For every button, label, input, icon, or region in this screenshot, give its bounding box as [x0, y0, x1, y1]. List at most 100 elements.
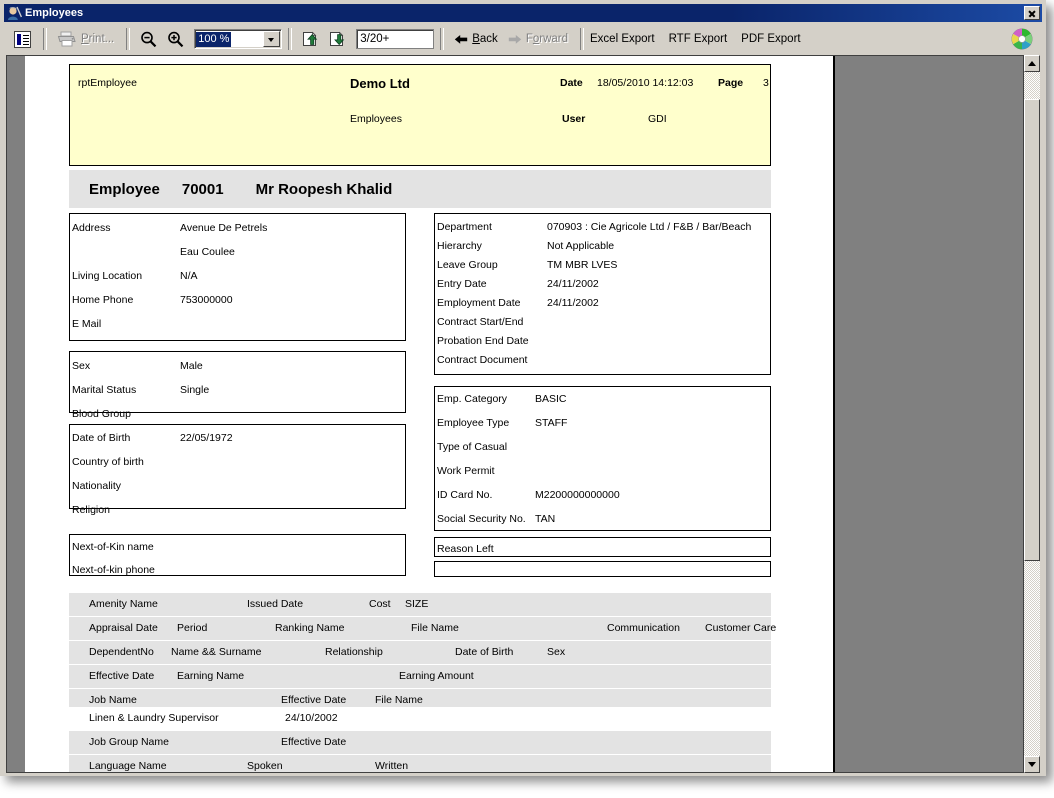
field-value: 24/11/2002 [547, 278, 599, 290]
employee-name: Mr Roopesh Khalid [255, 180, 393, 198]
section-cell: Linen & Laundry Supervisor [89, 712, 219, 724]
document-list-icon [14, 30, 31, 48]
section-cell: Relationship [325, 646, 383, 658]
window-title: Employees [25, 7, 84, 19]
amenity-header-row: Amenity Name Issued Date Cost SIZE [69, 593, 771, 616]
section-cell: Earning Amount [399, 670, 474, 682]
date-label: Date [560, 77, 583, 89]
print-button[interactable]: Print... [53, 27, 118, 51]
section-cell: Period [177, 622, 208, 634]
toolbar-separator [440, 28, 445, 50]
address-box: Address Avenue De Petrels Eau Coulee Living… [69, 213, 406, 341]
birth-box: Date of Birth 22/05/1972 Country of birth N… [69, 424, 406, 516]
zoom-in-button[interactable] [163, 27, 188, 51]
employee-label: Employee [89, 180, 160, 198]
rtf-export-button[interactable]: RTF Export [669, 33, 728, 45]
field-row: Probation End Date [435, 331, 770, 350]
field-label: ID Card No. [437, 489, 493, 501]
dependent-header-row: DependentNo Name && Surname Relationship Da… [69, 641, 771, 664]
reason-left-box: Reason Left [434, 537, 771, 557]
scroll-up-icon[interactable] [1024, 55, 1040, 72]
section-cell: Written [375, 760, 409, 772]
vertical-scrollbar[interactable] [1023, 55, 1040, 773]
section-cell: Cost [369, 598, 391, 610]
employee-person-icon [6, 6, 23, 20]
employee-title-band: Employee 70001 Mr Roopesh Khalid [69, 170, 771, 208]
field-label: Employee Type [437, 417, 510, 429]
employees-window: Employees Print... 100 % 3/20+ Back Forw… [0, 0, 1046, 776]
field-label: Marital Status [72, 384, 137, 396]
field-value: Eau Coulee [180, 246, 235, 258]
previous-page-button[interactable] [298, 27, 323, 51]
page-value: 3 [763, 77, 769, 89]
field-value: BASIC [535, 393, 567, 405]
field-row: Entry Date 24/11/2002 [435, 274, 770, 293]
field-label: Employment Date [437, 297, 521, 309]
report-page: rptEmployee Demo Ltd Employees Date 18/0… [25, 56, 835, 772]
field-value: 22/05/1972 [180, 432, 233, 444]
toolbar-separator [126, 28, 131, 50]
field-row: Work Permit [435, 461, 770, 485]
field-row: Emp. Category BASIC [435, 389, 770, 413]
field-label: Contract Document [437, 354, 528, 366]
field-row: Date of Birth 22/05/1972 [70, 428, 405, 452]
field-row: Reason Left [435, 539, 770, 557]
field-row: Next-of-kin phone [70, 560, 405, 583]
section-cell: DependentNo [89, 646, 154, 658]
section-cell: 24/10/2002 [285, 712, 338, 724]
field-value: 070903 : Cie Agricole Ltd / F&B / Bar/Be… [547, 221, 752, 233]
page-number-input[interactable]: 3/20+ [356, 29, 435, 49]
back-button[interactable]: Back [450, 27, 502, 51]
field-label: Contract Start/End [437, 316, 524, 328]
forward-button[interactable]: Forward [504, 27, 572, 51]
field-label: Emp. Category [437, 393, 508, 405]
window-title-bar[interactable]: Employees [4, 4, 1042, 22]
field-row: Next-of-Kin name [70, 537, 405, 560]
next-page-button[interactable] [325, 27, 350, 51]
zoom-level-combobox[interactable]: 100 % [194, 29, 283, 49]
field-value: TM MBR LVES [547, 259, 618, 271]
category-box: Emp. Category BASIC Employee Type STAFF Type… [434, 386, 771, 531]
field-value: 24/11/2002 [547, 297, 599, 309]
field-value: M2200000000000 [535, 489, 620, 501]
section-cell: Sex [547, 646, 566, 658]
field-row: Contract Start/End [435, 312, 770, 331]
pdf-export-button[interactable]: PDF Export [741, 33, 800, 45]
color-wheel-icon [1011, 28, 1033, 50]
page-label: Page [718, 77, 744, 89]
user-label: User [562, 113, 586, 125]
next-of-kin-box: Next-of-Kin name Next-of-kin phone [69, 534, 406, 576]
department-box: Department 070903 : Cie Agricole Ltd / F&… [434, 213, 771, 375]
zoom-level-value: 100 % [196, 31, 232, 47]
color-wheel-button[interactable] [1010, 27, 1034, 51]
field-label: Blood Group [72, 408, 131, 420]
field-value: STAFF [535, 417, 568, 429]
field-row: E Mail [70, 314, 405, 338]
field-label: Next-of-Kin name [72, 541, 154, 553]
language-header-row: Language Name Spoken Written [69, 755, 771, 772]
section-cell: Effective Date [89, 670, 155, 682]
section-cell: Appraisal Date [89, 622, 158, 634]
job-group-header-row: Job Group Name Effective Date [69, 731, 771, 754]
scroll-thumb[interactable] [1024, 99, 1040, 561]
field-label: Next-of-kin phone [72, 564, 155, 576]
company-name: Demo Ltd [350, 76, 410, 91]
field-label: Religion [72, 504, 110, 516]
report-canvas: rptEmployee Demo Ltd Employees Date 18/0… [7, 56, 1023, 772]
field-row: Sex Male [70, 356, 405, 380]
close-icon[interactable] [1024, 6, 1040, 20]
field-row: Type of Casual [435, 437, 770, 461]
scroll-down-icon[interactable] [1024, 756, 1040, 773]
excel-export-button[interactable]: Excel Export [590, 33, 655, 45]
chevron-down-icon[interactable] [263, 31, 281, 47]
field-value: Single [180, 384, 210, 396]
scrollbar-track[interactable] [1024, 72, 1040, 756]
field-row: ID Card No. M2200000000000 [435, 485, 770, 509]
field-label: Country of birth [72, 456, 144, 468]
field-value: 753000000 [180, 294, 233, 306]
zoom-out-button[interactable] [136, 27, 161, 51]
page-down-icon [329, 31, 346, 47]
document-list-button[interactable] [10, 27, 35, 51]
user-value: GDI [648, 113, 667, 125]
field-row: Leave Group TM MBR LVES [435, 255, 770, 274]
